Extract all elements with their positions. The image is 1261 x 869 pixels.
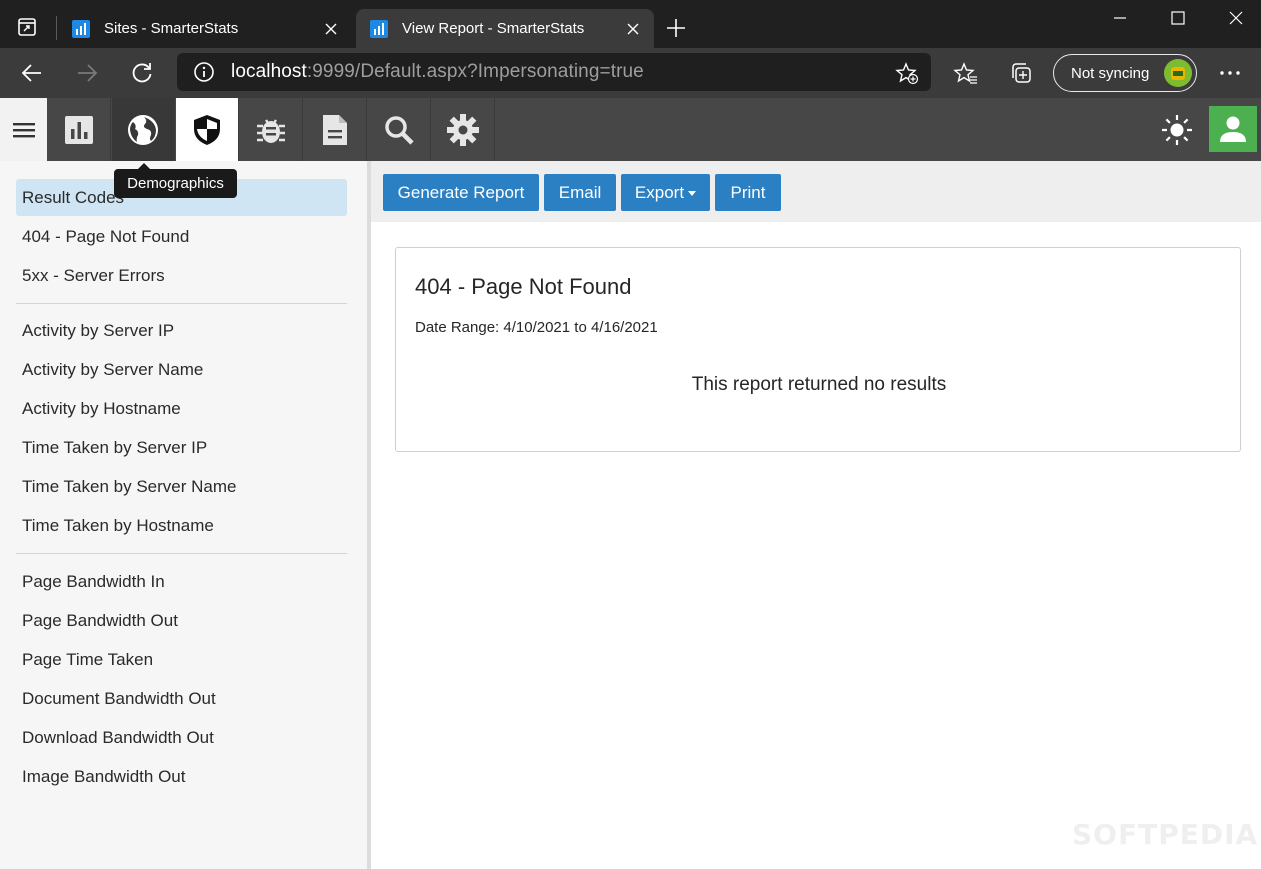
email-button[interactable]: Email bbox=[544, 174, 616, 211]
minimize-icon[interactable] bbox=[1108, 6, 1132, 30]
nav-reports[interactable] bbox=[48, 98, 111, 161]
nav-errors[interactable] bbox=[240, 98, 303, 161]
tab-view-report[interactable]: View Report - SmarterStats bbox=[356, 9, 654, 48]
search-icon bbox=[385, 115, 414, 145]
url-text: localhost:9999/Default.aspx?Impersonatin… bbox=[231, 61, 644, 83]
collections-icon[interactable] bbox=[1008, 60, 1034, 86]
close-icon[interactable] bbox=[324, 22, 338, 36]
generate-report-button[interactable]: Generate Report bbox=[383, 174, 539, 211]
profile-avatar bbox=[1164, 59, 1192, 87]
hamburger-icon bbox=[12, 122, 35, 137]
sidebar-divider bbox=[16, 303, 347, 304]
nav-demographics[interactable] bbox=[112, 98, 175, 161]
sidebar-item-5xx[interactable]: 5xx - Server Errors bbox=[16, 257, 347, 294]
tab-sites[interactable]: Sites - SmarterStats bbox=[58, 9, 352, 48]
more-options-icon[interactable] bbox=[1217, 60, 1243, 86]
nav-settings[interactable] bbox=[432, 98, 495, 161]
report-title: 404 - Page Not Found bbox=[415, 274, 632, 299]
back-icon[interactable] bbox=[19, 60, 45, 86]
user-icon bbox=[1220, 116, 1246, 142]
report-date-range: Date Range: 4/10/2021 to 4/16/2021 bbox=[415, 319, 658, 336]
close-icon[interactable] bbox=[626, 22, 640, 36]
export-button[interactable]: Export bbox=[621, 174, 710, 211]
sidebar-item-activity-server-name[interactable]: Activity by Server Name bbox=[16, 351, 347, 388]
smarterstats-favicon-icon bbox=[370, 19, 388, 38]
nav-security[interactable] bbox=[176, 98, 239, 161]
favorites-icon[interactable] bbox=[953, 60, 979, 86]
sidebar-item-page-bandwidth-in[interactable]: Page Bandwidth In bbox=[16, 563, 347, 600]
export-label: Export bbox=[634, 182, 685, 202]
address-bar[interactable]: localhost:9999/Default.aspx?Impersonatin… bbox=[177, 53, 931, 91]
refresh-icon[interactable] bbox=[129, 60, 155, 86]
app-header bbox=[0, 98, 1261, 161]
shield-icon bbox=[194, 114, 220, 145]
bug-icon bbox=[257, 118, 285, 143]
menu-toggle-button[interactable] bbox=[0, 98, 47, 161]
nav-documents[interactable] bbox=[304, 98, 367, 161]
smarterstats-favicon-icon bbox=[72, 19, 90, 38]
tab-title: View Report - SmarterStats bbox=[402, 20, 585, 37]
watermark: SOFTPEDIA bbox=[1072, 818, 1259, 851]
sidebar-item-time-hostname[interactable]: Time Taken by Hostname bbox=[16, 507, 347, 544]
nav-search[interactable] bbox=[368, 98, 431, 161]
empty-results-message: This report returned no results bbox=[691, 374, 947, 395]
sidebar-item-document-bandwidth-out[interactable]: Document Bandwidth Out bbox=[16, 680, 347, 717]
sync-label: Not syncing bbox=[1071, 64, 1150, 82]
globe-icon bbox=[128, 114, 158, 145]
tab-separator bbox=[56, 16, 57, 40]
site-info-icon[interactable] bbox=[193, 61, 215, 83]
report-toolbar: Generate Report Email Export Print bbox=[371, 161, 1261, 222]
print-button[interactable]: Print bbox=[715, 174, 781, 211]
window-close-icon[interactable] bbox=[1224, 6, 1248, 30]
sidebar-item-page-bandwidth-out[interactable]: Page Bandwidth Out bbox=[16, 602, 347, 639]
nav-tooltip: Demographics bbox=[114, 163, 237, 198]
maximize-icon[interactable] bbox=[1166, 6, 1190, 30]
gear-icon bbox=[447, 113, 479, 146]
tab-title: Sites - SmarterStats bbox=[104, 20, 239, 37]
sidebar-item-activity-server-ip[interactable]: Activity by Server IP bbox=[16, 312, 347, 349]
sidebar-item-time-server-name[interactable]: Time Taken by Server Name bbox=[16, 468, 347, 505]
document-icon bbox=[323, 114, 347, 145]
user-menu-button[interactable] bbox=[1209, 106, 1257, 152]
forward-icon[interactable] bbox=[74, 60, 100, 86]
browser-toolbar: localhost:9999/Default.aspx?Impersonatin… bbox=[0, 48, 1261, 98]
sidebar-splitter[interactable] bbox=[367, 161, 371, 869]
sidebar-item-404[interactable]: 404 - Page Not Found bbox=[16, 218, 347, 255]
sidebar-item-activity-hostname[interactable]: Activity by Hostname bbox=[16, 390, 347, 427]
sidebar-divider bbox=[16, 553, 347, 554]
sidebar-item-page-time-taken[interactable]: Page Time Taken bbox=[16, 641, 347, 678]
chevron-down-icon bbox=[688, 191, 697, 196]
sidebar-item-image-bandwidth-out[interactable]: Image Bandwidth Out bbox=[16, 758, 347, 795]
sidebar-item-download-bandwidth-out[interactable]: Download Bandwidth Out bbox=[16, 719, 347, 756]
browser-tabstrip: Sites - SmarterStats View Report - Smart… bbox=[0, 0, 1261, 48]
url-path: :9999/Default.aspx?Impersonating=true bbox=[306, 61, 644, 82]
reports-icon bbox=[65, 115, 93, 144]
sun-icon[interactable] bbox=[1160, 113, 1194, 147]
report-card: 404 - Page Not Found Date Range: 4/10/20… bbox=[395, 247, 1241, 452]
tab-actions-icon[interactable] bbox=[12, 12, 42, 42]
add-favorite-icon[interactable] bbox=[895, 61, 919, 85]
profile-sync-button[interactable]: Not syncing bbox=[1053, 54, 1197, 92]
new-tab-icon[interactable] bbox=[664, 16, 688, 40]
url-host: localhost bbox=[231, 61, 307, 82]
sidebar-item-time-server-ip[interactable]: Time Taken by Server IP bbox=[16, 429, 347, 466]
